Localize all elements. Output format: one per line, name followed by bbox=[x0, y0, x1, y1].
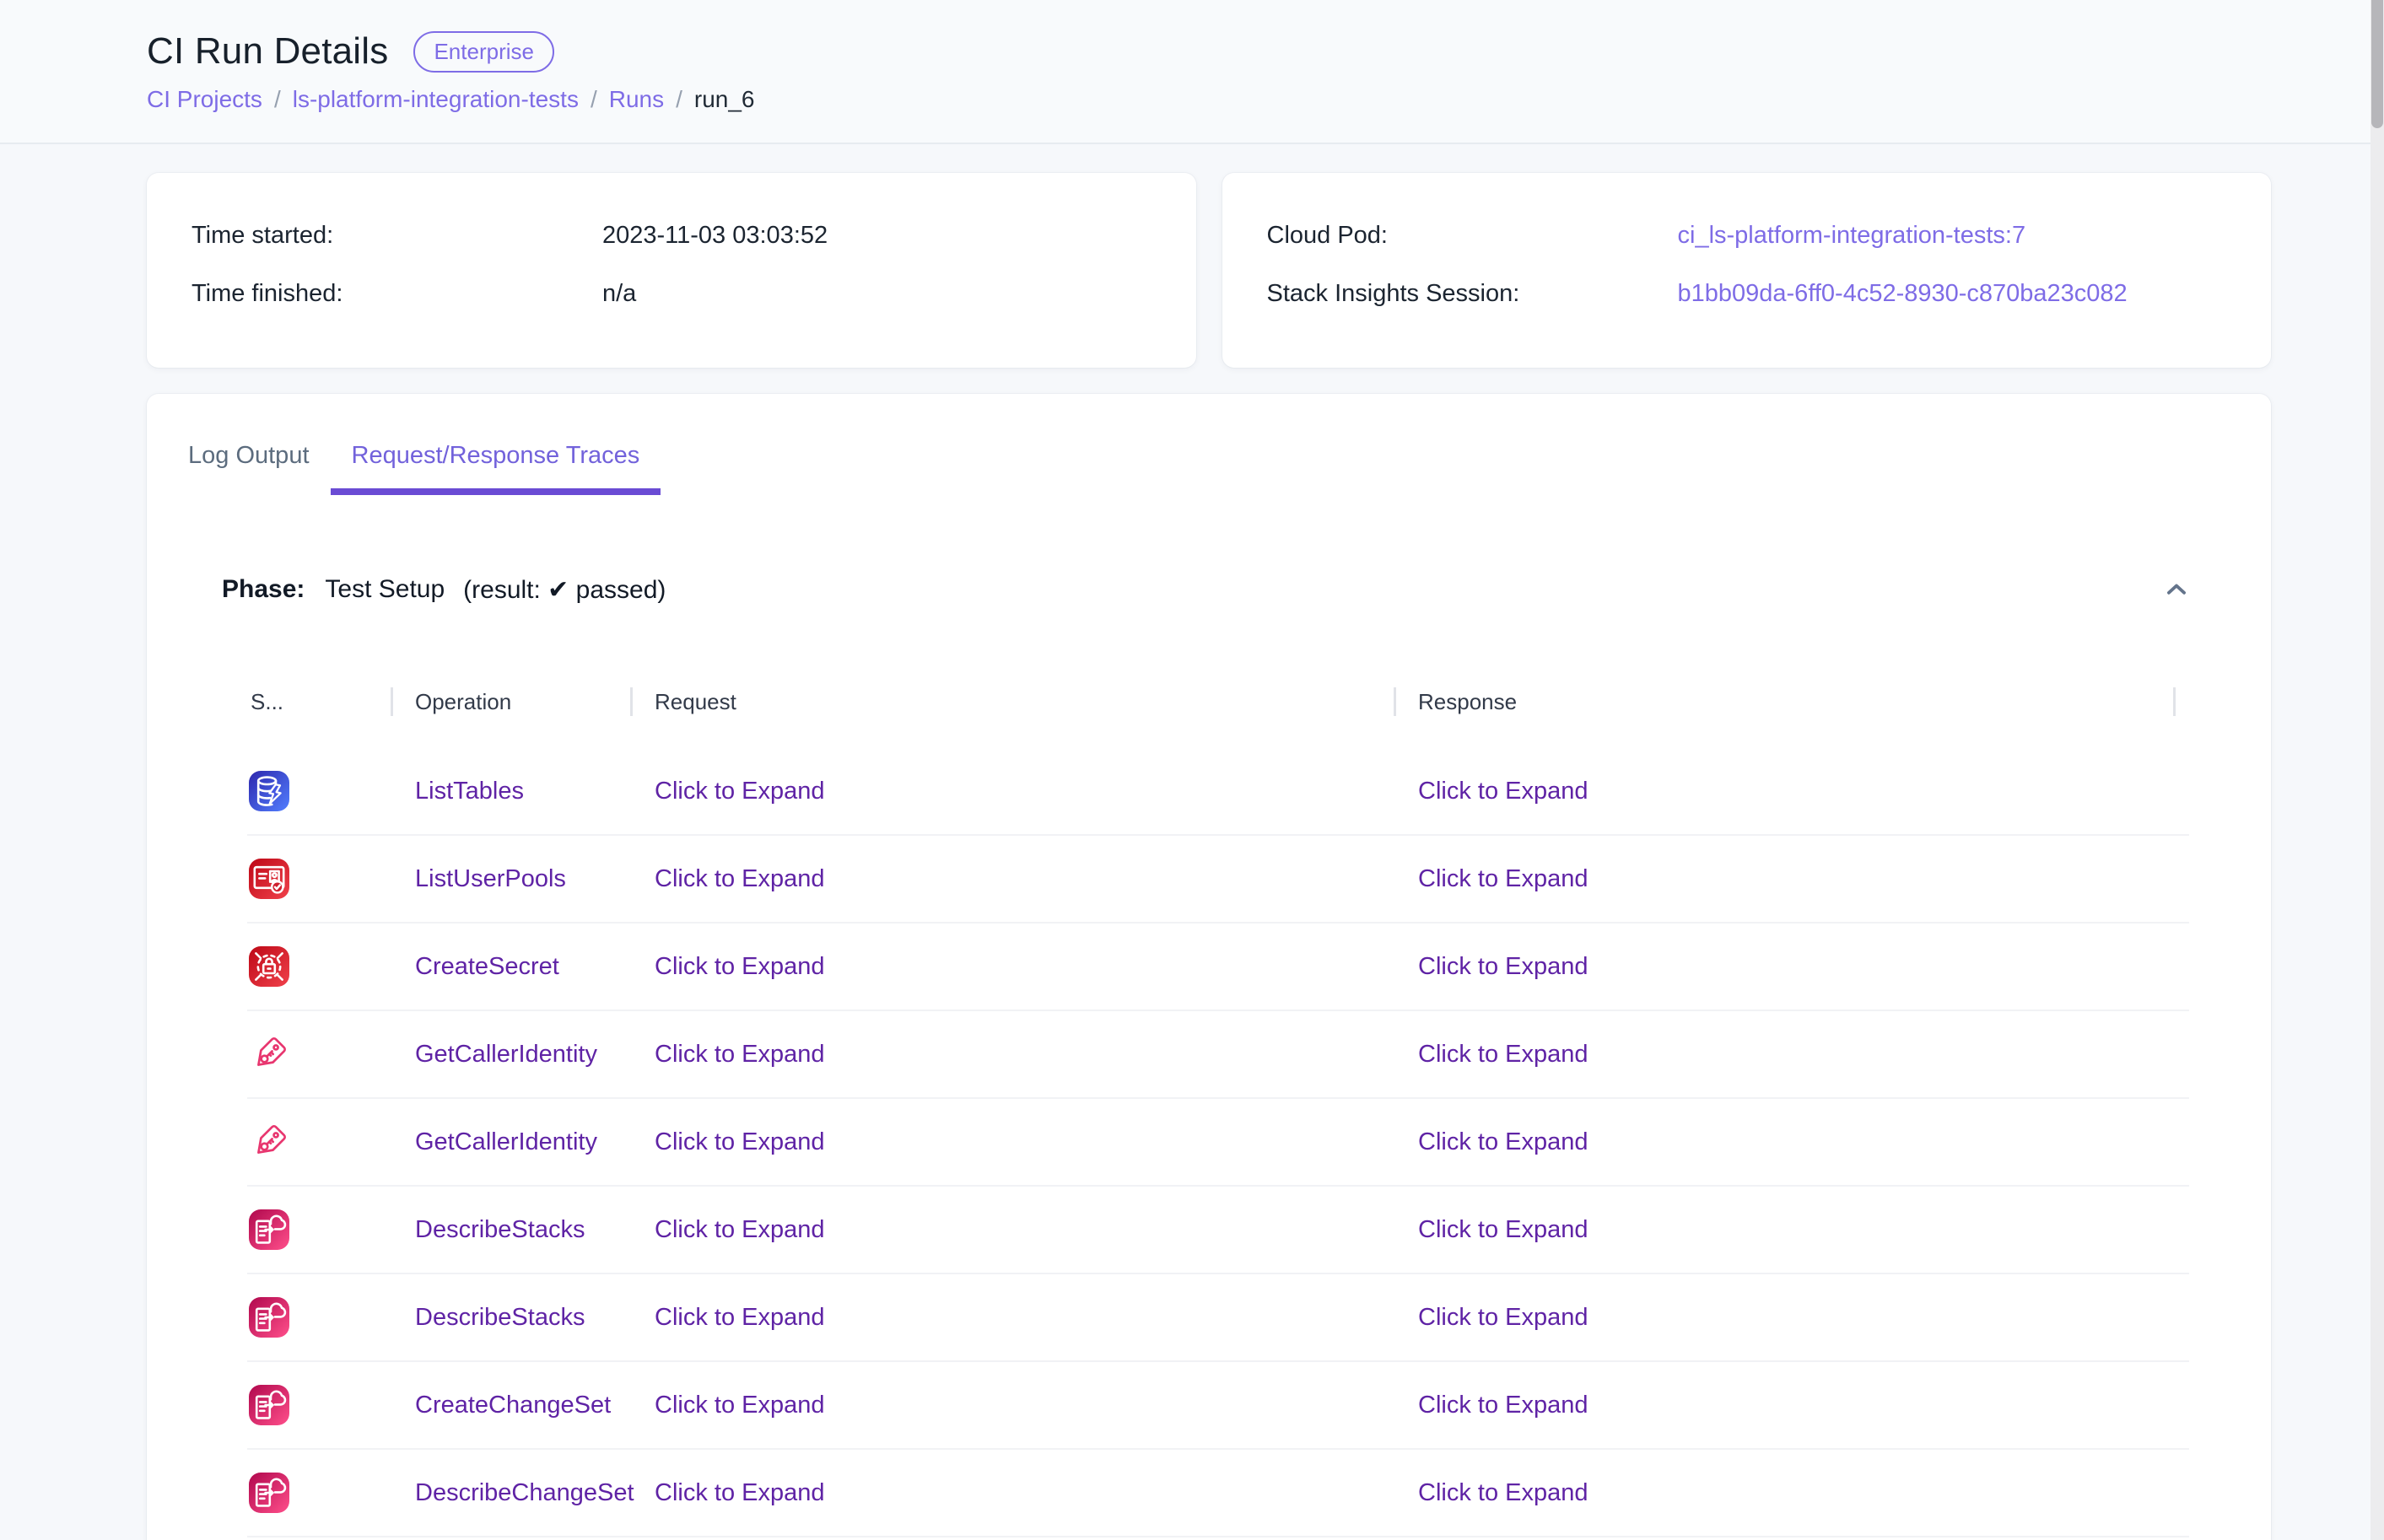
response-expand-link[interactable]: Click to Expand bbox=[1418, 1304, 1588, 1331]
table-row: CreateSecret Click to Expand Click to Expa… bbox=[247, 923, 2189, 1011]
operation-link[interactable]: CreateSecret bbox=[415, 953, 559, 980]
sts-tag-key-icon bbox=[249, 1034, 289, 1074]
cloudformation-icon bbox=[249, 1209, 289, 1250]
tabs: Log OutputRequest/Response Traces bbox=[167, 441, 2271, 495]
traces-card: Log OutputRequest/Response Traces Phase:… bbox=[147, 394, 2271, 1540]
request-expand-link[interactable]: Click to Expand bbox=[655, 1216, 825, 1243]
table-row: GetCallerIdentity Click to Expand Click to… bbox=[247, 1099, 2189, 1187]
column-header: Response bbox=[1396, 687, 2176, 716]
response-expand-link[interactable]: Click to Expand bbox=[1418, 778, 1588, 805]
secrets-manager-icon bbox=[249, 946, 289, 987]
cloudformation-icon bbox=[249, 1473, 289, 1513]
breadcrumb-link[interactable]: ls-platform-integration-tests bbox=[293, 86, 579, 113]
operation-link[interactable]: CreateChangeSet bbox=[415, 1392, 611, 1419]
column-header: S... bbox=[247, 687, 393, 716]
field-label: Stack Insights Session: bbox=[1267, 280, 1678, 308]
operation-link[interactable]: GetCallerIdentity bbox=[415, 1128, 597, 1155]
operation-link[interactable]: DescribeStacks bbox=[415, 1304, 585, 1331]
request-expand-link[interactable]: Click to Expand bbox=[655, 1128, 825, 1155]
operation-link[interactable]: DescribeChangeSet bbox=[415, 1479, 634, 1506]
response-expand-link[interactable]: Click to Expand bbox=[1418, 953, 1588, 980]
summary-row: Stack Insights Session:b1bb09da-6ff0-4c5… bbox=[1267, 280, 2238, 308]
table-row: ListTables Click to Expand Click to Expand bbox=[247, 748, 2189, 836]
table-row: DescribeChangeSet Click to Expand Click to… bbox=[247, 1450, 2189, 1537]
phase-name: Test Setup bbox=[325, 575, 445, 604]
request-expand-link[interactable]: Click to Expand bbox=[655, 778, 825, 805]
run-links-card: Cloud Pod:ci_ls-platform-integration-tes… bbox=[1222, 173, 2272, 368]
summary-row: Time finished:n/a bbox=[191, 280, 1162, 308]
field-label: Time finished: bbox=[191, 280, 602, 308]
scrollbar-thumb[interactable] bbox=[2371, 0, 2383, 128]
breadcrumb-separator: / bbox=[676, 86, 682, 113]
tab-request-response-traces[interactable]: Request/Response Traces bbox=[331, 441, 661, 495]
operation-link[interactable]: GetCallerIdentity bbox=[415, 1041, 597, 1068]
request-expand-link[interactable]: Click to Expand bbox=[655, 865, 825, 892]
table-row: DescribeStacks Click to Expand Click to Ex… bbox=[247, 1274, 2189, 1362]
breadcrumb: CI Projects / ls-platform-integration-test… bbox=[147, 86, 2384, 113]
page-scrollbar[interactable] bbox=[2371, 0, 2384, 1540]
column-header: Request bbox=[633, 687, 1396, 716]
field-value-link[interactable]: ci_ls-platform-integration-tests:7 bbox=[1678, 222, 2026, 250]
field-value: 2023-11-03 03:03:52 bbox=[602, 222, 828, 250]
cognito-icon bbox=[249, 859, 289, 899]
response-expand-link[interactable]: Click to Expand bbox=[1418, 1479, 1588, 1506]
summary-row: Cloud Pod:ci_ls-platform-integration-tes… bbox=[1267, 222, 2238, 250]
response-expand-link[interactable]: Click to Expand bbox=[1418, 1392, 1588, 1419]
phase-label: Phase: bbox=[222, 575, 305, 604]
field-label: Cloud Pod: bbox=[1267, 222, 1678, 250]
phase-header: Phase: Test Setup (result: ✔ passed) bbox=[222, 571, 2195, 608]
field-label: Time started: bbox=[191, 222, 602, 250]
summary-row: Time started:2023-11-03 03:03:52 bbox=[191, 222, 1162, 250]
cloudformation-icon bbox=[249, 1385, 289, 1425]
request-expand-link[interactable]: Click to Expand bbox=[655, 1304, 825, 1331]
response-expand-link[interactable]: Click to Expand bbox=[1418, 1128, 1588, 1155]
request-expand-link[interactable]: Click to Expand bbox=[655, 1392, 825, 1419]
phase-result: (result: ✔ passed) bbox=[463, 575, 666, 605]
operation-link[interactable]: ListTables bbox=[415, 778, 524, 805]
run-times-card: Time started:2023-11-03 03:03:52 Time fin… bbox=[147, 173, 1196, 368]
sts-tag-key-icon bbox=[249, 1122, 289, 1162]
column-header: Operation bbox=[393, 687, 633, 716]
table-row: DescribeStacks Click to Expand Click to Ex… bbox=[247, 1187, 2189, 1274]
response-expand-link[interactable]: Click to Expand bbox=[1418, 1216, 1588, 1243]
table-row: GetCallerIdentity Click to Expand Click to… bbox=[247, 1011, 2189, 1099]
breadcrumb-current: run_6 bbox=[694, 86, 755, 113]
request-expand-link[interactable]: Click to Expand bbox=[655, 1041, 825, 1068]
trace-table: S...OperationRequestResponse ListTables C… bbox=[247, 687, 2189, 1537]
breadcrumb-link[interactable]: Runs bbox=[609, 86, 664, 113]
page-title: CI Run Details bbox=[147, 30, 388, 73]
response-expand-link[interactable]: Click to Expand bbox=[1418, 1041, 1588, 1068]
dynamodb-icon bbox=[249, 771, 289, 811]
breadcrumb-link[interactable]: CI Projects bbox=[147, 86, 262, 113]
breadcrumb-separator: / bbox=[274, 86, 281, 113]
response-expand-link[interactable]: Click to Expand bbox=[1418, 865, 1588, 892]
table-row: ListUserPools Click to Expand Click to Exp… bbox=[247, 836, 2189, 923]
request-expand-link[interactable]: Click to Expand bbox=[655, 953, 825, 980]
request-expand-link[interactable]: Click to Expand bbox=[655, 1479, 825, 1506]
enterprise-badge: Enterprise bbox=[413, 31, 554, 73]
breadcrumb-separator: / bbox=[591, 86, 597, 113]
operation-link[interactable]: DescribeStacks bbox=[415, 1216, 585, 1243]
table-row: CreateChangeSet Click to Expand Click to E… bbox=[247, 1362, 2189, 1450]
operation-link[interactable]: ListUserPools bbox=[415, 865, 566, 892]
tab-log-output[interactable]: Log Output bbox=[167, 441, 331, 495]
field-value-link[interactable]: b1bb09da-6ff0-4c52-8930-c870ba23c082 bbox=[1678, 280, 2128, 308]
page-header: CI Run Details Enterprise CI Projects / ls… bbox=[0, 0, 2384, 144]
field-value: n/a bbox=[602, 280, 636, 308]
collapse-phase-button[interactable] bbox=[2158, 571, 2195, 608]
chevron-up-icon bbox=[2161, 574, 2192, 605]
cloudformation-icon bbox=[249, 1297, 289, 1338]
table-header-row: S...OperationRequestResponse bbox=[247, 687, 2189, 716]
